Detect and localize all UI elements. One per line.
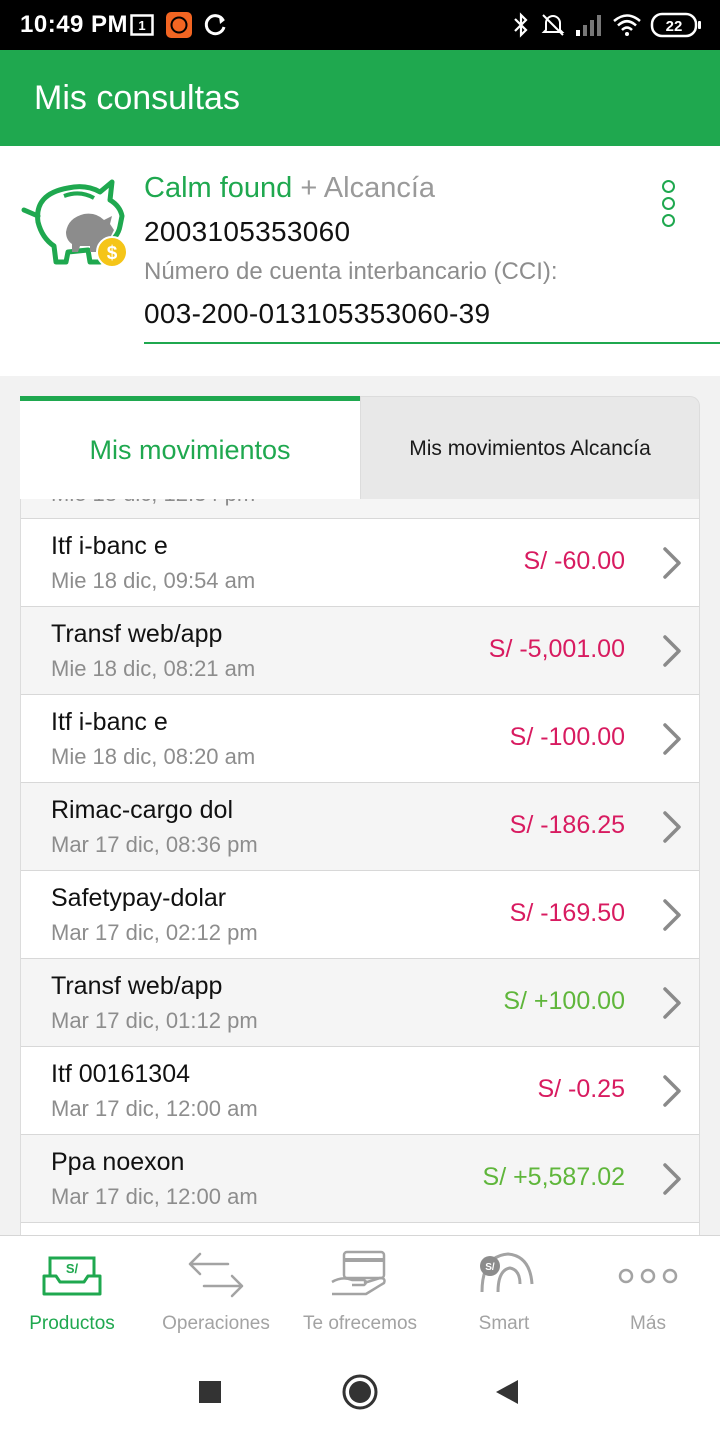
home-button[interactable] xyxy=(341,1373,379,1411)
signal-icon xyxy=(574,12,604,38)
system-navigation-bar xyxy=(0,1355,720,1440)
products-icon: S/ xyxy=(42,1256,102,1296)
battery-level: 22 xyxy=(666,18,683,35)
transaction-date: Mie 18 dic, 09:54 am xyxy=(51,568,256,593)
smart-gauge-icon: S/ xyxy=(480,1252,534,1293)
recents-button[interactable] xyxy=(198,1380,222,1404)
account-number: 2003105353060 xyxy=(144,216,351,247)
transaction-date: Mie 18 dic, 08:20 am xyxy=(51,744,256,769)
more-dots-icon xyxy=(618,1268,678,1284)
account-name: Calm found + Alcancía xyxy=(144,172,435,205)
table-row[interactable]: Itf i-banc e Mie 18 dic, 09:54 am S/ -60… xyxy=(21,519,699,607)
cci-value: 003-200-013105353060-39 xyxy=(144,298,491,329)
transaction-description: Transf web/app xyxy=(51,972,223,1000)
account-name-main: Calm found xyxy=(144,172,293,204)
status-time: 10:49 PM xyxy=(20,11,129,38)
chevron-right-icon xyxy=(663,1163,681,1195)
nav-item-smart[interactable]: S/ Smart xyxy=(432,1236,576,1346)
table-row[interactable]: Transf web/app Mar 17 dic, 01:12 pm S/ +… xyxy=(21,959,699,1047)
cci-label: Número de cuenta interbancario (CCI): xyxy=(144,258,558,285)
battery-icon: 22 xyxy=(650,12,702,38)
transaction-description: Itf 00161304 xyxy=(51,1060,191,1088)
movement-tabs: Mis movimientos Mis movimientos Alcancía xyxy=(20,396,700,500)
cci-underline xyxy=(144,342,720,344)
transaction-date: Mar 17 dic, 02:12 pm xyxy=(51,920,258,945)
chevron-right-icon xyxy=(663,1075,681,1107)
bluetooth-icon xyxy=(512,12,530,38)
transaction-description: Itf i-banc e xyxy=(51,708,168,736)
more-options-icon[interactable] xyxy=(656,180,680,236)
transaction-description: Safetypay-dolar xyxy=(51,884,227,912)
transaction-date: Mar 17 dic, 01:12 pm xyxy=(51,1008,258,1033)
svg-text:S/: S/ xyxy=(66,1261,79,1276)
transaction-date: Mie 18 dic, 08:21 am xyxy=(51,656,256,681)
transaction-list[interactable]: Mie 18 dic, 12:34 pm Itf i-banc e Mie 18… xyxy=(20,499,700,1235)
transaction-amount: S/ -186.25 xyxy=(509,811,625,839)
transaction-amount: S/ -169.50 xyxy=(509,899,625,927)
transaction-amount: S/ -5,001.00 xyxy=(488,635,625,663)
account-subtype: Alcancía xyxy=(323,172,436,204)
transaction-date: Mie 18 dic, 12:34 pm xyxy=(51,499,255,507)
page-title: Mis consultas xyxy=(34,79,240,117)
tab-mis-movimientos[interactable]: Mis movimientos xyxy=(20,396,360,500)
chevron-right-icon xyxy=(663,987,681,1019)
transaction-description: Itf i-banc e xyxy=(51,532,168,560)
transaction-date: Mar 17 dic, 12:00 am xyxy=(51,1184,258,1209)
nav-label: Te ofrecemos xyxy=(302,1313,418,1334)
svg-text:S/: S/ xyxy=(485,1262,495,1273)
chevron-right-icon xyxy=(663,547,681,579)
transaction-date: Mar 17 dic, 12:00 am xyxy=(51,1096,258,1121)
table-row[interactable]: Transf web/app Mie 18 dic, 08:21 am S/ -… xyxy=(21,607,699,695)
account-separator: + xyxy=(300,172,318,204)
transaction-amount: S/ -60.00 xyxy=(523,547,625,575)
sync-icon xyxy=(202,12,228,38)
transaction-date: Mar 17 dic, 08:36 pm xyxy=(51,832,258,857)
chevron-right-icon xyxy=(663,635,681,667)
table-row[interactable]: Itf 00161304 Mar 17 dic, 12:00 am S/ -0.… xyxy=(21,1047,699,1135)
nav-item-te-ofrecemos[interactable]: Te ofrecemos xyxy=(288,1236,432,1346)
status-bar: 10:49 PM 1 22 xyxy=(0,0,720,50)
transfer-arrows-icon xyxy=(188,1252,244,1298)
nav-item-mas[interactable]: Más xyxy=(576,1236,720,1346)
transaction-description: Rimac-cargo dol xyxy=(51,796,234,824)
chevron-right-icon xyxy=(663,723,681,755)
transaction-amount: S/ +100.00 xyxy=(503,987,625,1015)
nav-label: Operaciones xyxy=(162,1313,270,1334)
table-row[interactable] xyxy=(21,1223,699,1235)
transaction-amount: S/ -0.25 xyxy=(537,1075,625,1103)
transaction-description: Ppa noexon xyxy=(51,1148,185,1176)
card-hand-icon xyxy=(331,1250,386,1296)
table-row[interactable]: Ppa noexon Mar 17 dic, 12:00 am S/ +5,58… xyxy=(21,1135,699,1223)
bottom-navigation: S/ Productos Operaciones Te ofrecemos S/… xyxy=(0,1235,720,1355)
table-row[interactable]: Safetypay-dolar Mar 17 dic, 02:12 pm S/ … xyxy=(21,871,699,959)
nav-item-operaciones[interactable]: Operaciones xyxy=(144,1236,288,1346)
app-bar: Mis consultas xyxy=(0,50,720,146)
piggy-bank-icon: $ xyxy=(20,172,130,268)
chevron-right-icon xyxy=(663,899,681,931)
table-row[interactable]: Rimac-cargo dol Mar 17 dic, 08:36 pm S/ … xyxy=(21,783,699,871)
nav-item-productos[interactable]: S/ Productos xyxy=(0,1236,144,1346)
svg-text:1: 1 xyxy=(138,18,145,33)
svg-text:$: $ xyxy=(107,243,118,264)
transaction-description: Transf web/app xyxy=(51,620,223,648)
transaction-amount: S/ -100.00 xyxy=(509,723,625,751)
app-notification-icon xyxy=(166,12,192,38)
chevron-right-icon xyxy=(663,811,681,843)
back-button[interactable] xyxy=(494,1378,520,1406)
nav-label: Productos xyxy=(29,1313,115,1334)
tab-mis-movimientos-alcancia[interactable]: Mis movimientos Alcancía xyxy=(360,396,700,500)
nav-label: Más xyxy=(630,1313,666,1334)
account-header: $ Calm found + Alcancía 2003105353060 Nú… xyxy=(0,146,720,376)
notification-number-icon: 1 xyxy=(130,12,154,38)
wifi-icon xyxy=(612,12,642,38)
mute-icon xyxy=(540,12,566,38)
table-row[interactable]: Itf i-banc e Mie 18 dic, 08:20 am S/ -10… xyxy=(21,695,699,783)
nav-label: Smart xyxy=(478,1313,530,1334)
list-item[interactable]: Mie 18 dic, 12:34 pm xyxy=(21,499,699,519)
transaction-amount: S/ +5,587.02 xyxy=(482,1163,625,1191)
